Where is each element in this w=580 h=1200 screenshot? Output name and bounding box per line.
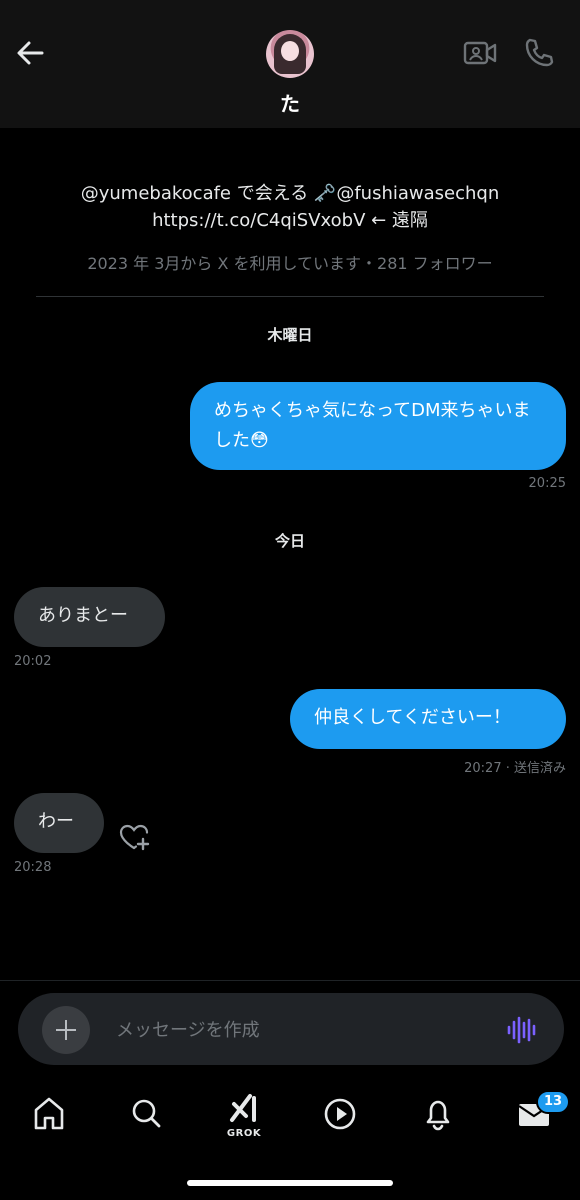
message-timestamp: 20:25 <box>528 476 566 491</box>
unread-messages-badge: 13 <box>536 1090 571 1114</box>
notifications-bell-icon[interactable] <box>420 1094 456 1134</box>
video-call-icon[interactable] <box>462 38 498 68</box>
contact-name[interactable]: た <box>0 88 580 117</box>
grok-label[interactable]: GROK <box>218 1128 270 1139</box>
home-icon[interactable] <box>31 1094 67 1134</box>
video-play-icon[interactable] <box>322 1094 358 1134</box>
add-reaction-heart-icon[interactable] <box>118 822 150 852</box>
bio-link-line[interactable]: https://t.co/C4qiSVxobV ← 遠隔 <box>0 207 580 234</box>
voice-message-icon[interactable] <box>506 1013 536 1047</box>
bio-line: @yumebakocafe で会える 🗝️@fushiawasechqn <box>80 183 500 204</box>
back-arrow-icon[interactable] <box>14 36 48 70</box>
message-timestamp: 20:27 · 送信済み <box>464 761 566 776</box>
message-bubble-received[interactable]: ありまとー <box>14 587 165 647</box>
home-indicator <box>187 1180 393 1186</box>
message-timestamp: 20:28 <box>14 860 52 875</box>
message-bubble-sent[interactable]: めちゃくちゃ気になってDM来ちゃいました😳 <box>190 382 566 470</box>
message-bubble-sent[interactable]: 仲良くしてくださいー！ <box>290 689 566 749</box>
date-separator: 今日 <box>274 532 305 550</box>
search-icon[interactable] <box>128 1094 164 1134</box>
profile-meta: 2023 年 3月から X を利用しています・281 フォロワー <box>87 254 493 273</box>
date-separator: 木曜日 <box>267 326 313 344</box>
phone-call-icon[interactable] <box>522 36 556 70</box>
message-input[interactable] <box>116 1012 486 1048</box>
contact-avatar[interactable] <box>266 30 314 78</box>
message-timestamp: 20:02 <box>14 654 52 669</box>
grok-icon[interactable] <box>226 1090 262 1130</box>
profile-bio: @yumebakocafe で会える 🗝️@fushiawasechqn htt… <box>0 180 580 234</box>
divider <box>36 296 544 297</box>
add-media-plus-icon[interactable] <box>42 1006 90 1054</box>
message-bubble-received[interactable]: わー <box>14 793 104 853</box>
